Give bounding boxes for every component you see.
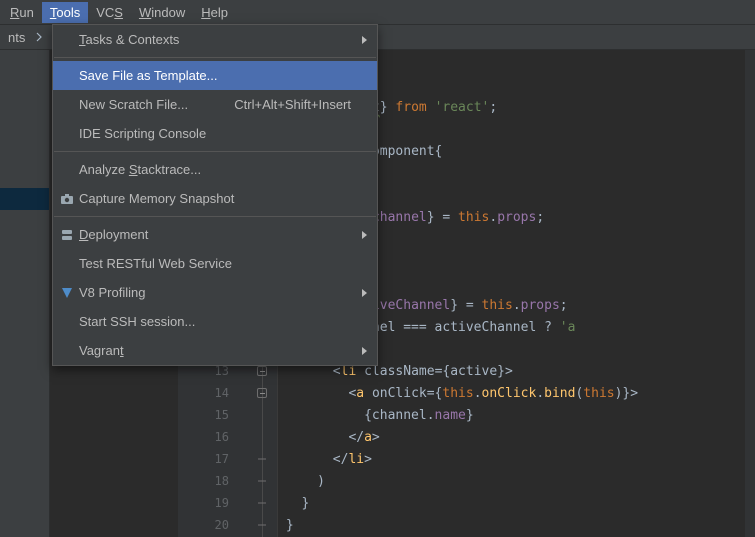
menu-item-ide-scripting[interactable]: IDE Scripting Console <box>53 119 377 148</box>
code-line[interactable]: </a> <box>278 426 755 448</box>
gutter-line: 19 <box>178 492 277 514</box>
code-line[interactable]: </li> <box>278 448 755 470</box>
menu-item-shortcut: Ctrl+Alt+Shift+Insert <box>234 97 351 112</box>
gutter-line: 16 <box>178 426 277 448</box>
submenu-arrow-icon <box>362 36 367 44</box>
menu-item-label: Vagrant <box>79 343 351 358</box>
gutter-line: 15 <box>178 404 277 426</box>
menu-item-label: Capture Memory Snapshot <box>79 191 351 206</box>
fold-end-icon <box>258 525 266 526</box>
menubar: RunToolsVCSWindowHelp <box>0 0 755 24</box>
menu-item-label: IDE Scripting Console <box>79 126 351 141</box>
menubar-item[interactable]: VCS <box>88 2 131 23</box>
menu-item-label: New Scratch File... <box>79 97 234 112</box>
fold-end-icon <box>258 481 266 482</box>
submenu-arrow-icon <box>362 347 367 355</box>
menu-divider <box>54 57 376 58</box>
submenu-arrow-icon <box>362 231 367 239</box>
menu-item-label: Save File as Template... <box>79 68 351 83</box>
menu-item-label: Test RESTful Web Service <box>79 256 351 271</box>
breadcrumb-label: nts <box>8 30 25 45</box>
menu-divider <box>54 216 376 217</box>
menu-item-label: V8 Profiling <box>79 285 351 300</box>
breadcrumb-item[interactable]: nts <box>2 28 31 47</box>
menu-item-analyze-stacktrace[interactable]: Analyze Stacktrace... <box>53 155 377 184</box>
code-line[interactable]: } <box>278 514 755 536</box>
code-line[interactable]: <a onClick={this.onClick.bind(this)}> <box>278 382 755 404</box>
tools-menu: Tasks & Contexts Save File as Template..… <box>52 24 378 366</box>
menu-item-save-template[interactable]: Save File as Template... <box>53 61 377 90</box>
menubar-item[interactable]: Window <box>131 2 193 23</box>
fold-end-icon <box>258 459 266 460</box>
menu-item-ssh[interactable]: Start SSH session... <box>53 307 377 336</box>
code-line[interactable]: } <box>278 492 755 514</box>
menu-item-tasks[interactable]: Tasks & Contexts <box>53 25 377 54</box>
menu-item-deployment[interactable]: Deployment <box>53 220 377 249</box>
fold-marker-icon[interactable] <box>257 388 267 398</box>
submenu-arrow-icon <box>362 289 367 297</box>
gutter-line: 20 <box>178 514 277 536</box>
server-icon <box>59 227 75 243</box>
gutter-line: 18 <box>178 470 277 492</box>
menu-item-new-scratch[interactable]: New Scratch File... Ctrl+Alt+Shift+Inser… <box>53 90 377 119</box>
menu-item-label: Tasks & Contexts <box>79 32 351 47</box>
menu-item-capture-memory[interactable]: Capture Memory Snapshot <box>53 184 377 213</box>
fold-end-icon <box>258 503 266 504</box>
v8-icon <box>59 285 75 301</box>
menu-item-label: Start SSH session... <box>79 314 351 329</box>
menu-item-label: Analyze Stacktrace... <box>79 162 351 177</box>
menu-item-label: Deployment <box>79 227 351 242</box>
gutter-line: 17 <box>178 448 277 470</box>
menubar-item[interactable]: Run <box>2 2 42 23</box>
chevron-right-icon <box>31 29 47 45</box>
camera-icon <box>59 191 75 207</box>
menu-item-vagrant[interactable]: Vagrant <box>53 336 377 365</box>
project-tree-selected-row[interactable] <box>0 188 49 210</box>
menu-divider <box>54 151 376 152</box>
code-line[interactable]: ) <box>278 470 755 492</box>
menu-item-v8-profiling[interactable]: V8 Profiling <box>53 278 377 307</box>
menubar-item[interactable]: Tools <box>42 2 88 23</box>
menu-item-test-rest[interactable]: Test RESTful Web Service <box>53 249 377 278</box>
project-tree[interactable] <box>0 50 50 537</box>
fold-marker-icon[interactable] <box>257 366 267 376</box>
menubar-item[interactable]: Help <box>193 2 236 23</box>
gutter-line: 14 <box>178 382 277 404</box>
code-line[interactable]: {channel.name} <box>278 404 755 426</box>
